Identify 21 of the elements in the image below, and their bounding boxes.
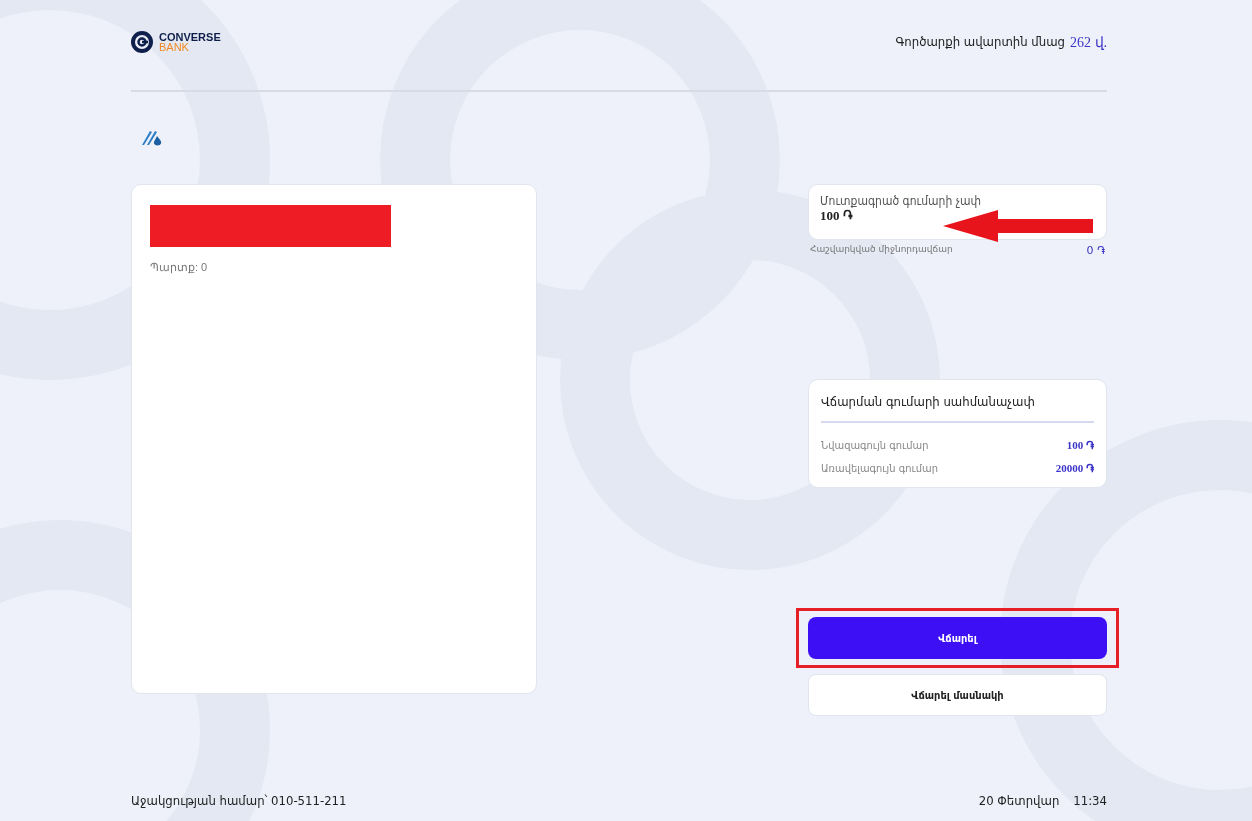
amount-label: Մուտքագրած գումարի չափ: [820, 194, 983, 208]
limit-value: 20000 ֏: [1055, 462, 1094, 475]
logo-subtitle: BANK: [159, 42, 190, 52]
provider-logo-icon: [141, 128, 163, 146]
date-text: 20 Փետրվար: [978, 793, 1060, 810]
fee-label: Հաշվարկված միջնորդավճար: [810, 244, 953, 256]
limit-label: Առավելագույն գումար: [821, 462, 938, 475]
debt-text: Պարտք: 0: [150, 261, 209, 274]
timer-value: 262 վ.: [1070, 33, 1107, 51]
timer-label: Գործարքի ավարտին մնաց: [895, 33, 1065, 51]
limit-label: Նվազագույն գումար: [821, 439, 929, 452]
fee-value: 0 ֏: [1086, 244, 1105, 257]
logo-name: CONVERSE: [159, 32, 221, 42]
amount-value: 100 ֏: [820, 208, 854, 224]
time-text: 11:34: [1073, 793, 1107, 810]
support-phone: Աջակցության համար՝ 010-511-211: [131, 793, 347, 810]
limit-value: 100 ֏: [1066, 439, 1094, 452]
pay-button[interactable]: Վճարել: [808, 617, 1107, 659]
limits-title: Վճարման գումարի սահմանաչափ: [821, 394, 1094, 423]
partial-pay-button[interactable]: Վճարել մասնակի: [808, 674, 1107, 716]
bank-logo-icon: [131, 31, 153, 53]
